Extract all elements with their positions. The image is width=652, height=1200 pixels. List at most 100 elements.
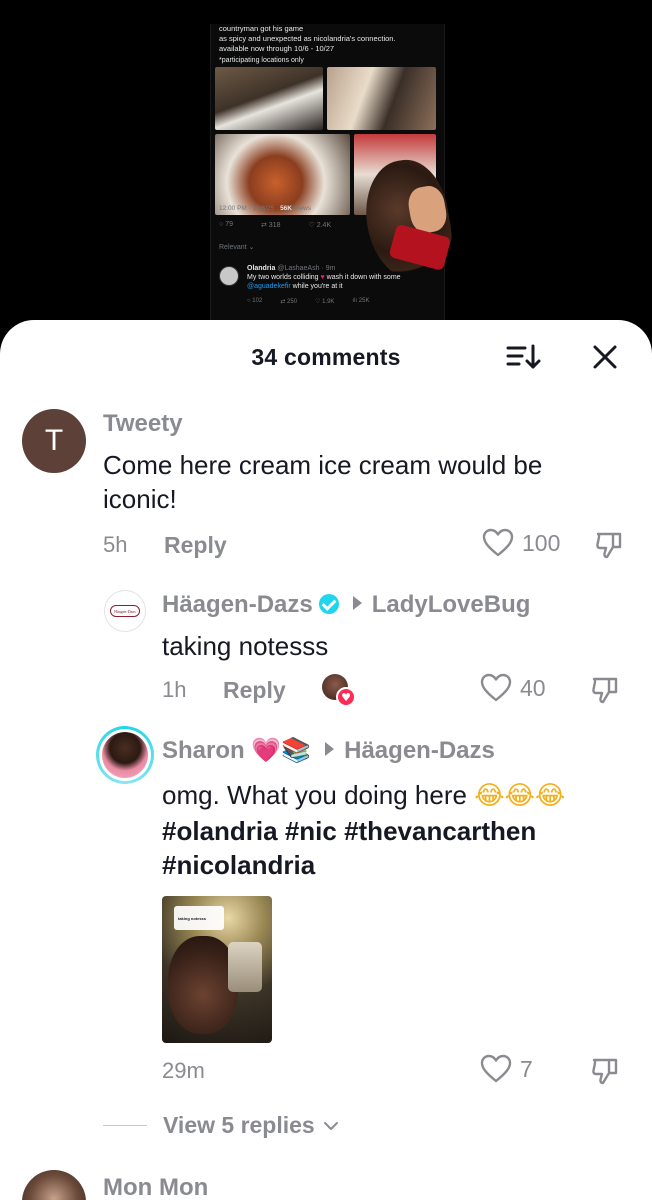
tweet-replies: ○ 79 — [219, 221, 233, 228]
tweet-meta: 12:00 PM · 10/6/25 · 56K Views — [219, 205, 311, 212]
close-icon[interactable] — [590, 342, 620, 372]
haagen-dazs-logo: Häagen-Dazs — [110, 605, 140, 617]
comments-count-title: 34 comments — [251, 344, 401, 370]
like-button[interactable]: 100 — [482, 528, 560, 558]
reply-username-line: Häagen-Dazs LadyLoveBug — [162, 591, 530, 619]
hashtag-line[interactable]: #nicolandria — [162, 850, 315, 880]
reply-time: 29m — [162, 1058, 205, 1083]
avatar-photo — [102, 732, 148, 778]
reply-arrow-icon — [352, 596, 362, 610]
brand-avatar[interactable]: Häagen-Dazs — [104, 590, 146, 632]
tweet-reply-mention: @aguadekefir — [247, 283, 291, 290]
tweet-text-line: as spicy and unexpected as nicolandria's… — [219, 34, 396, 43]
heart-outline-icon — [480, 673, 512, 702]
tweet-text-line: available now through 10/6 - 10/27 — [219, 44, 335, 53]
relevant-label: Relevant — [219, 244, 247, 251]
tweet-replies-count: 79 — [225, 221, 233, 228]
username-emoji: 💗📚 — [251, 736, 312, 764]
laughing-emoji: 😂😂😂 — [474, 781, 566, 811]
count: 1.9K — [322, 299, 335, 305]
comment-username[interactable]: Tweety — [103, 410, 183, 438]
reply-arrow-icon — [325, 742, 335, 756]
tweet-timestamp: 12:00 PM · 10/6/25 · — [219, 205, 281, 212]
dislike-icon[interactable] — [590, 675, 620, 705]
avatar[interactable] — [22, 1170, 86, 1200]
comment-text-line: Come here cream ice cream would be — [103, 450, 543, 480]
sort-icon[interactable] — [505, 342, 541, 372]
like-count: 40 — [520, 674, 546, 701]
reply-to-username[interactable]: Häagen-Dazs — [344, 737, 495, 764]
like-count: 100 — [522, 529, 561, 556]
heart-outline-icon — [482, 528, 514, 557]
collage-photo — [215, 134, 350, 215]
count: 25K — [358, 298, 370, 304]
reply-text-body: omg. What you doing here — [162, 780, 475, 810]
comment-username[interactable]: Mon Mon — [103, 1174, 208, 1200]
collage-photo — [327, 67, 436, 130]
attached-video-thumbnail[interactable]: taking notesss — [162, 896, 272, 1043]
reply-username[interactable]: Häagen-Dazs — [162, 591, 313, 618]
chevron-down-icon — [323, 1121, 338, 1130]
like-count: 7 — [520, 1055, 533, 1082]
reply-button[interactable]: Reply — [164, 532, 227, 559]
story-avatar[interactable] — [96, 726, 154, 784]
avatar[interactable]: T — [22, 409, 86, 473]
dislike-icon[interactable] — [594, 530, 624, 560]
tweet-reply-reposts: ⇄ 250 — [280, 299, 298, 305]
creator-liked-badge: ♥ — [322, 674, 356, 707]
like-button[interactable]: 7 — [480, 1054, 533, 1084]
reply-text: taking notesss — [162, 631, 329, 661]
tweet-reply-text: while you're at it — [290, 283, 343, 290]
reply-button[interactable]: Reply — [223, 677, 286, 704]
tweet-note: *participating locations only — [219, 57, 304, 64]
verified-badge-icon — [318, 594, 339, 614]
comment-text: Come here cream ice cream would be iconi… — [103, 448, 623, 516]
reply-hashtags: #olandria #nic #thevancarthen #nicolandr… — [162, 814, 536, 882]
avatar-inner — [99, 729, 151, 781]
view-more-replies[interactable]: View 5 replies — [103, 1112, 341, 1139]
reply-username[interactable]: Sharon — [162, 737, 245, 764]
tweet-text: countryman got his game as spicy and une… — [219, 24, 439, 54]
reply-time: 1h — [162, 677, 187, 702]
tweet-reposts: ⇄ 318 — [260, 222, 281, 229]
view-replies-label: View 5 replies — [163, 1112, 315, 1138]
tweet-reply-text: My two worlds colliding — [247, 274, 321, 281]
tweet-actions: ○ 79 ⇄ 318 ♡ 2.4K — [219, 221, 369, 229]
tweet-reply-text: wash it down with some — [324, 274, 401, 281]
hashtag-line[interactable]: #olandria #nic #thevancarthen — [162, 816, 536, 846]
dislike-icon[interactable] — [590, 1056, 620, 1086]
logo-text: Häagen-Dazs — [114, 608, 136, 614]
avatar-letter: T — [44, 424, 64, 457]
thumbnail-ice-cream-cup — [228, 942, 262, 992]
tweet-reply-actions: ○ 102 ⇄ 250 ♡ 1.9K ılı 25K — [247, 298, 437, 305]
thumbnail-sticker-text: taking notesss — [178, 916, 207, 921]
tweet-reply-avatar — [219, 266, 239, 286]
reply-text: omg. What you doing here 😂😂😂 — [162, 778, 565, 813]
reply-to-username[interactable]: LadyLoveBug — [372, 591, 531, 618]
comment-time: 5h — [103, 532, 128, 557]
like-button[interactable]: 40 — [480, 673, 546, 703]
tweet-relevant-filter: Relevant ⌄ — [219, 244, 255, 251]
comment-text-line: iconic! — [103, 484, 177, 514]
divider-line — [103, 1125, 147, 1126]
heart-outline-icon — [480, 1054, 512, 1083]
count: 102 — [252, 298, 263, 304]
tweet-text-line: countryman got his game — [219, 24, 304, 33]
tweet-reply-views: ılı 25K — [352, 298, 370, 304]
bandana-image — [388, 223, 452, 272]
tweet-reply-name: Olandria — [247, 265, 276, 272]
tweet-views-label: Views — [292, 205, 312, 212]
tweet-reposts-count: 318 — [268, 222, 281, 229]
tweet-likes-count: 2.4K — [316, 222, 332, 229]
tweet-reply-likes: ♡ 1.9K — [315, 299, 335, 305]
reply-username-line: Sharon 💗📚 Häagen-Dazs — [162, 736, 495, 765]
tweet-reply-handle: @LashaeAsh · 9m — [277, 265, 336, 272]
comments-sheet: 34 comments T Tweety Come here cream ice… — [0, 320, 652, 1200]
tweet-reply-replies: ○ 102 — [247, 298, 263, 304]
tweet-likes: ♡ 2.4K — [308, 222, 332, 229]
sheet-header: 34 comments — [0, 320, 652, 392]
tweet-views-count: 56K — [280, 205, 292, 212]
video-background: countryman got his game as spicy and une… — [0, 0, 652, 340]
count: 250 — [287, 299, 298, 305]
heart-badge-icon: ♥ — [336, 687, 356, 707]
